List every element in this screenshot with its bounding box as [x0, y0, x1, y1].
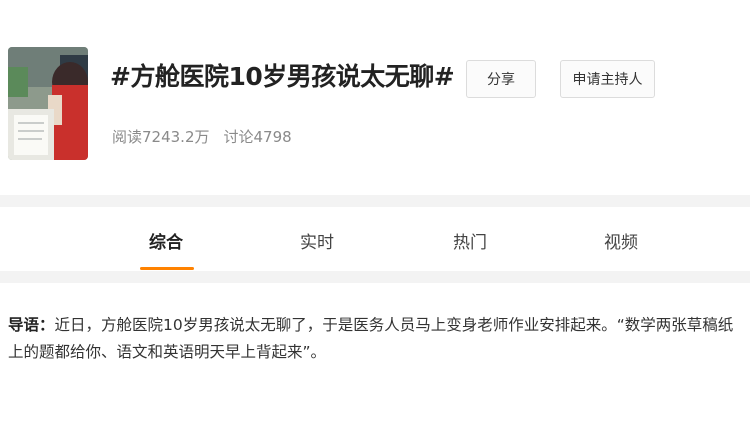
intro-text: 近日，方舱医院10岁男孩说太无聊了，于是医务人员马上变身老师作业安排起来。“数学…	[8, 316, 734, 361]
tab-comprehensive[interactable]: 综合	[149, 228, 183, 253]
topic-header: #方舱医院10岁男孩说太无聊# 阅读7243.2万 讨论4798 分享 申请主持人	[0, 0, 750, 195]
share-button[interactable]: 分享	[466, 60, 536, 98]
tab-realtime[interactable]: 实时	[300, 228, 334, 253]
topic-stats: 阅读7243.2万 讨论4798	[112, 126, 292, 147]
tab-hot[interactable]: 热门	[453, 228, 487, 253]
topic-title: #方舱医院10岁男孩说太无聊#	[110, 62, 455, 91]
tab-video[interactable]: 视频	[604, 228, 638, 253]
topic-intro: 导语：近日，方舱医院10岁男孩说太无聊了，于是医务人员马上变身老师作业安排起来。…	[8, 312, 746, 366]
active-tab-indicator	[140, 267, 194, 270]
topic-tabs: 综合 实时 热门 视频	[0, 207, 750, 271]
section-divider	[0, 271, 750, 283]
discussion-count: 讨论4798	[223, 128, 292, 146]
intro-label: 导语：	[8, 316, 55, 334]
section-divider	[0, 195, 750, 207]
topic-thumbnail-image	[8, 47, 88, 160]
read-count: 阅读7243.2万	[112, 128, 210, 146]
apply-host-button[interactable]: 申请主持人	[560, 60, 655, 98]
